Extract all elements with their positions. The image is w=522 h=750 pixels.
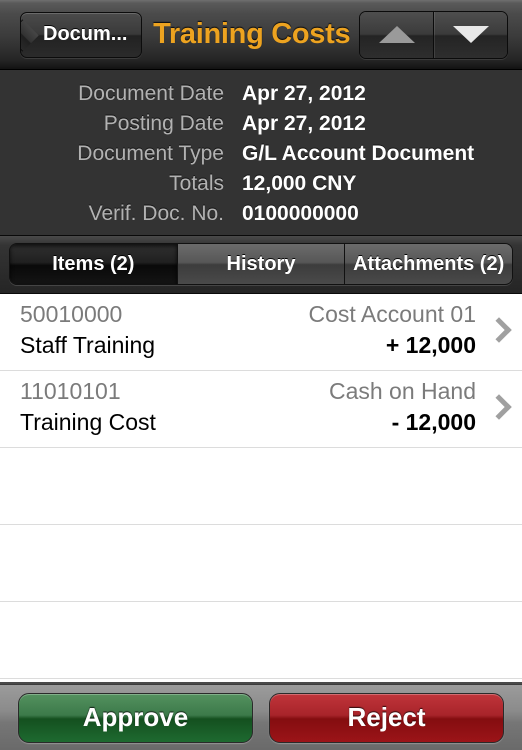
document-detail-screen: Docum... Training Costs Document Date Ap…	[0, 0, 522, 750]
item-account-number: 11010101	[20, 378, 121, 404]
table-row-top-line: 50010000 Cost Account 01	[20, 301, 476, 328]
detail-value: Apr 27, 2012	[242, 112, 366, 135]
tab-items[interactable]: Items (2)	[10, 244, 177, 284]
segmented-control: Items (2) History Attachments (2)	[9, 243, 513, 285]
reject-button[interactable]: Reject	[269, 692, 504, 743]
back-button-label: Docum...	[43, 23, 128, 45]
chevron-right-icon	[486, 317, 512, 343]
table-row[interactable]: 11010101 Cash on Hand Training Cost - 12…	[0, 371, 522, 448]
item-description: Staff Training	[20, 332, 156, 358]
navigation-bar: Docum... Training Costs	[0, 0, 522, 70]
triangle-up-icon	[378, 26, 415, 43]
table-row-top-line: 11010101 Cash on Hand	[20, 378, 476, 405]
detail-value: Apr 27, 2012	[242, 82, 366, 105]
table-row-empty	[0, 448, 522, 525]
tab-history[interactable]: History	[176, 244, 345, 284]
chevron-right-icon	[486, 394, 512, 420]
item-category: Cost Account 01	[308, 301, 477, 327]
detail-label: Verif. Doc. No.	[88, 202, 224, 225]
item-account-number: 50010000	[20, 301, 123, 327]
detail-row: Totals 12,000 CNY	[10, 169, 512, 199]
item-amount: + 12,000	[385, 332, 476, 358]
item-category: Cash on Hand	[328, 378, 476, 404]
table-row-empty	[0, 525, 522, 602]
approve-button[interactable]: Approve	[18, 692, 253, 743]
table-row-bottom-line: Staff Training + 12,000	[20, 328, 476, 359]
detail-value: 0100000000	[242, 202, 359, 225]
detail-row: Document Type G/L Account Document	[10, 139, 512, 169]
next-record-button[interactable]	[433, 11, 507, 58]
detail-table: Document Date Apr 27, 2012 Posting Date …	[10, 79, 512, 229]
page-title: Training Costs	[153, 18, 351, 50]
previous-record-button[interactable]	[360, 11, 433, 58]
detail-label: Totals	[169, 172, 224, 195]
action-toolbar: Approve Reject	[0, 684, 522, 750]
detail-label: Document Date	[78, 82, 224, 105]
detail-row: Document Date Apr 27, 2012	[10, 79, 512, 109]
items-list: 50010000 Cost Account 01 Staff Training …	[0, 294, 522, 684]
item-amount: - 12,000	[391, 409, 476, 435]
triangle-down-icon	[452, 26, 489, 43]
detail-row: Posting Date Apr 27, 2012	[10, 109, 512, 139]
table-row-bottom-line: Training Cost - 12,000	[20, 405, 476, 436]
item-description: Training Cost	[20, 409, 156, 435]
back-button[interactable]: Docum...	[20, 11, 143, 58]
table-row-empty	[0, 602, 522, 679]
table-row[interactable]: 50010000 Cost Account 01 Staff Training …	[0, 294, 522, 371]
detail-value: G/L Account Document	[242, 142, 475, 165]
detail-row: Verif. Doc. No. 0100000000	[10, 199, 512, 229]
tab-bar: Items (2) History Attachments (2)	[0, 236, 522, 294]
tab-attachments[interactable]: Attachments (2)	[344, 244, 512, 284]
detail-label: Document Type	[77, 142, 224, 165]
detail-table-body: Document Date Apr 27, 2012 Posting Date …	[10, 79, 512, 229]
document-detail-panel: Document Date Apr 27, 2012 Posting Date …	[0, 70, 522, 236]
detail-label: Posting Date	[103, 112, 224, 135]
record-stepper	[359, 10, 508, 59]
detail-value: 12,000 CNY	[242, 172, 357, 195]
